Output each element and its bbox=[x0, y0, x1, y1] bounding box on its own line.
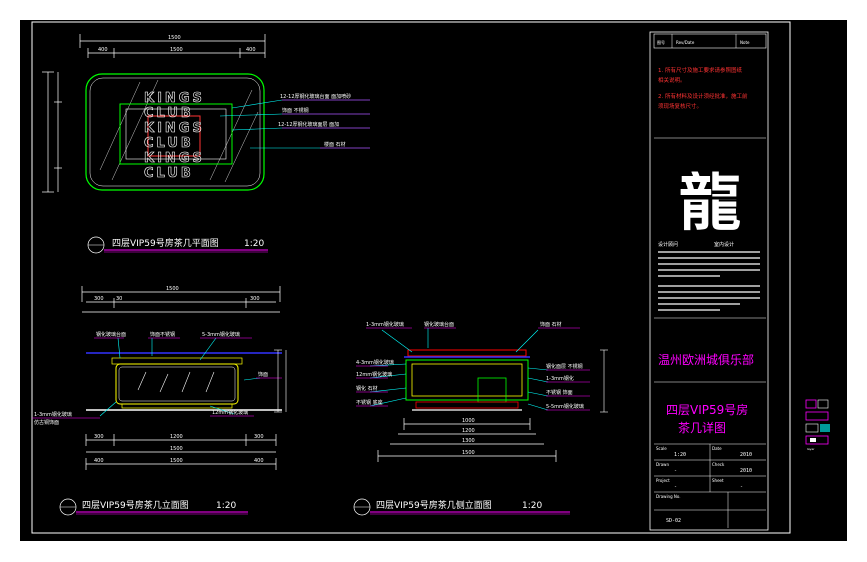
tb-value-dwgno: SD-02 bbox=[666, 518, 681, 524]
tb-company-2: 室内设计 bbox=[714, 241, 734, 248]
front-note-5: 1-3mm钢化玻璃 bbox=[34, 411, 72, 418]
tb-value-drawn: - bbox=[674, 468, 677, 474]
plan-note-2: 饰面 不锈钢 bbox=[282, 107, 309, 114]
svg-text:KINGS: KINGS bbox=[144, 91, 205, 106]
plan-dim-right: 400 bbox=[246, 47, 256, 53]
front-note-4: 饰面 bbox=[258, 371, 268, 378]
side-bdim-1: 1000 bbox=[462, 418, 475, 424]
front-bdim-5: 400 bbox=[94, 458, 104, 464]
tb-header-1: 图号 bbox=[657, 39, 665, 45]
tb-label-date: Date bbox=[712, 446, 722, 451]
svg-text:CLUB: CLUB bbox=[144, 136, 194, 151]
plan-scale: 1:20 bbox=[244, 239, 264, 249]
plan-view: 1500 400 1500 400 KINGS CLUB KINGS CLUB … bbox=[42, 34, 370, 254]
side-note-4: 4-3mm钢化玻璃 bbox=[356, 359, 394, 366]
tb-note-4: 须现场复核尺寸。 bbox=[658, 102, 702, 110]
tb-label-check: Check bbox=[712, 462, 725, 467]
front-note-1: 钢化玻璃台面 bbox=[96, 331, 126, 338]
tb-value-project: - bbox=[674, 484, 677, 490]
plan-note-1: 12-12厚钢化玻璃台面 面加喷砂 bbox=[280, 93, 351, 100]
side-elevation: 1-3mm钢化玻璃 钢化玻璃台面 饰面 石材 4-3mm钢化玻璃 12mm钢化玻… bbox=[353, 321, 608, 516]
legend-1: layer bbox=[807, 447, 815, 451]
title-block: 图号 Rev/Date Note 1. 所有尺寸及施工要求请参照图纸 相关说明。… bbox=[649, 31, 769, 531]
tb-label-scale: Scale bbox=[656, 446, 667, 451]
front-base bbox=[115, 363, 239, 405]
front-elevation: 1500 300 30 300 钢化玻璃台面 饰面不锈钢 5-3mm钢化玻璃 饰… bbox=[32, 286, 287, 516]
tb-drawing-name-2: 茶几详图 bbox=[678, 420, 726, 435]
tb-header-2: Rev/Date bbox=[676, 40, 695, 45]
svg-text:CLUB: CLUB bbox=[144, 166, 194, 181]
tb-value-date: 2010 bbox=[740, 452, 752, 458]
plan-note-3: 12-12厚钢化玻璃面层 面加 bbox=[278, 121, 339, 128]
side-note-7: 不锈钢 底座 bbox=[356, 399, 383, 406]
side-note-6: 钢化 石材 bbox=[356, 385, 378, 392]
tb-value-sheet: - bbox=[740, 484, 743, 490]
svg-text:KINGS: KINGS bbox=[144, 121, 205, 136]
tb-label-project: Project bbox=[656, 478, 670, 483]
side-body bbox=[405, 359, 529, 401]
tb-company-1: 设计顾问 bbox=[658, 241, 678, 248]
side-note-2: 钢化玻璃台面 bbox=[424, 321, 454, 328]
side-scale: 1:20 bbox=[522, 501, 542, 511]
drawing-canvas: 1500 400 1500 400 KINGS CLUB KINGS CLUB … bbox=[31, 21, 830, 534]
side-note-5: 12mm钢化玻璃 bbox=[356, 371, 392, 378]
side-bdim-3: 1300 bbox=[462, 438, 475, 444]
front-bdim-1: 300 bbox=[94, 434, 104, 440]
tb-note-1: 1. 所有尺寸及施工要求请参照图纸 bbox=[658, 66, 742, 74]
tb-label-dwgno: Drawing No. bbox=[656, 494, 681, 499]
side-note-3: 饰面 石材 bbox=[540, 321, 562, 328]
front-bdim-2: 1200 bbox=[170, 434, 183, 440]
front-title: 四层VIP59号房茶几立面图 bbox=[82, 499, 189, 511]
plan-note-4: 楼面 石材 bbox=[324, 141, 346, 148]
tb-drawing-name-1: 四层VIP59号房 bbox=[666, 402, 748, 417]
side-bdim-2: 1200 bbox=[462, 428, 475, 434]
side-note-1: 1-3mm钢化玻璃 bbox=[366, 321, 404, 328]
front-bdim-6: 1500 bbox=[170, 458, 183, 464]
tb-emblem: 龍 bbox=[679, 166, 741, 239]
tb-value-scale: 1:20 bbox=[674, 452, 686, 458]
svg-text:KINGS: KINGS bbox=[144, 151, 205, 166]
side-note-10: 不锈钢 饰面 bbox=[546, 389, 573, 396]
tb-note-3: 2. 所有材料及设计须经批准，施工前 bbox=[658, 92, 748, 100]
front-note-7: 12mm钢化玻璃 bbox=[212, 409, 248, 416]
cad-viewport[interactable]: 1500 400 1500 400 KINGS CLUB KINGS CLUB … bbox=[20, 20, 847, 541]
plan-title: 四层VIP59号房茶几平面图 bbox=[112, 237, 219, 249]
tb-label-drawn: Drawn bbox=[656, 462, 669, 467]
side-bdim-4: 1500 bbox=[462, 450, 475, 456]
front-bdim-3: 300 bbox=[254, 434, 264, 440]
front-dim-3: 300 bbox=[250, 296, 260, 302]
front-note-6: 仿古铜饰面 bbox=[34, 419, 59, 426]
front-bdim-7: 400 bbox=[254, 458, 264, 464]
tb-note-2: 相关说明。 bbox=[658, 76, 686, 84]
front-bdim-4: 1500 bbox=[170, 446, 183, 452]
tb-header-3: Note bbox=[740, 40, 750, 45]
front-dim-overall: 1500 bbox=[166, 286, 179, 292]
side-note-9: 1-3mm钢化 bbox=[546, 375, 574, 382]
plan-dim-mid: 1500 bbox=[170, 47, 183, 53]
side-glass-top bbox=[407, 349, 527, 357]
tb-value-check: 2010 bbox=[740, 468, 752, 474]
front-scale: 1:20 bbox=[216, 501, 236, 511]
tb-label-sheet: Sheet bbox=[712, 478, 724, 483]
plan-logo: KINGS CLUB KINGS CLUB KINGS CLUB bbox=[144, 91, 205, 182]
front-dim-1: 300 bbox=[94, 296, 104, 302]
front-dim-2: 30 bbox=[116, 296, 122, 302]
layer-legend: layer bbox=[805, 399, 830, 451]
front-note-2: 饰面不锈钢 bbox=[150, 331, 175, 338]
plan-dim-left: 400 bbox=[98, 47, 108, 53]
tb-project-name: 温州欧洲城俱乐部 bbox=[658, 352, 754, 367]
side-note-8: 钢化面层 不锈钢 bbox=[546, 363, 583, 370]
plan-dim-overall: 1500 bbox=[168, 35, 181, 41]
svg-text:CLUB: CLUB bbox=[144, 106, 194, 121]
side-note-11: 5-5mm钢化玻璃 bbox=[546, 403, 584, 410]
side-title: 四层VIP59号房茶几侧立面图 bbox=[376, 499, 492, 511]
front-note-3: 5-3mm钢化玻璃 bbox=[202, 331, 240, 338]
